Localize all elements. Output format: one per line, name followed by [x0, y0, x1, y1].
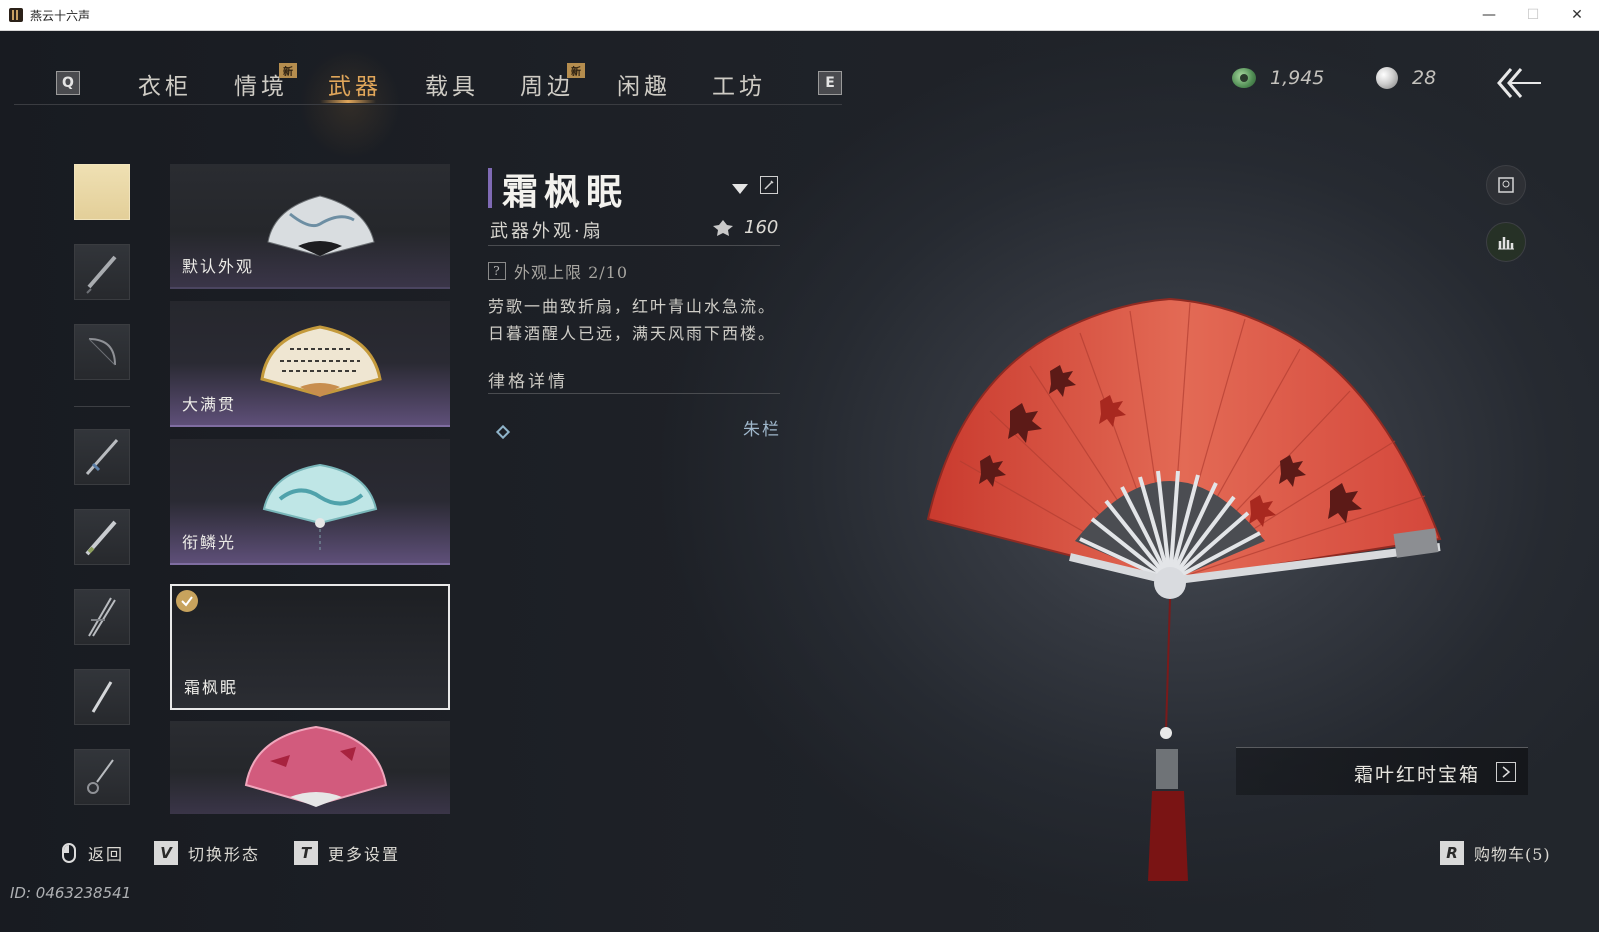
- pearl-currency: 28: [1376, 67, 1436, 89]
- jade-amount: 1,945: [1270, 67, 1325, 89]
- rules-section-title: 律格详情: [488, 372, 568, 392]
- portrait-view-button[interactable]: [1486, 165, 1526, 205]
- category-rope-dart[interactable]: [74, 749, 130, 805]
- rope-dart-icon: [87, 759, 114, 794]
- item-card-label: 衔鳞光: [182, 533, 237, 552]
- item-card-label: 默认外观: [182, 257, 255, 276]
- minimize-button[interactable]: —: [1467, 0, 1511, 30]
- umbrella-icon: [86, 255, 117, 294]
- switch-label: 切换形态: [188, 845, 261, 864]
- more-settings-hint[interactable]: T 更多设置: [294, 841, 400, 865]
- tab-wardrobe[interactable]: 衣柜: [138, 67, 192, 101]
- item-price: 160: [712, 217, 778, 238]
- back-arrow-icon[interactable]: [1497, 65, 1543, 101]
- item-card-pink[interactable]: [170, 721, 450, 814]
- window-title: 燕云十六声: [30, 8, 91, 23]
- pink-fan-image: [244, 725, 388, 807]
- item-card-default[interactable]: 默认外观: [170, 164, 450, 289]
- more-key: T: [294, 841, 318, 865]
- tab-mounts[interactable]: 载具: [425, 67, 479, 101]
- category-staff[interactable]: [74, 669, 130, 725]
- prev-tab-key[interactable]: Q: [56, 71, 80, 95]
- portrait-icon: [1498, 177, 1514, 193]
- poem-line: 劳歌一曲致折扇，红叶青山水急流。: [488, 297, 777, 316]
- cart-hint[interactable]: R 购物车(5): [1440, 841, 1551, 865]
- category-separator: [74, 406, 130, 407]
- diamond-icon: [495, 424, 511, 440]
- staff-icon: [91, 681, 113, 713]
- dropdown-icon[interactable]: [732, 184, 748, 194]
- pearl-icon: [1376, 67, 1398, 89]
- item-card-label: 霜枫眠: [184, 678, 239, 697]
- jade-coin-icon: [1232, 68, 1256, 88]
- maximize-button[interactable]: ☐: [1511, 0, 1555, 30]
- item-card-sfm[interactable]: 霜枫眠: [170, 584, 450, 710]
- item-card-dmg[interactable]: 大满贯: [170, 301, 450, 427]
- app-icon: [9, 8, 23, 22]
- switch-key: V: [154, 841, 178, 865]
- active-tab-underline: [320, 100, 376, 103]
- pearl-amount: 28: [1412, 67, 1437, 89]
- nav-divider: [14, 104, 842, 105]
- edit-icon[interactable]: [760, 176, 778, 194]
- new-badge: 新: [567, 63, 585, 78]
- category-bow[interactable]: [74, 324, 130, 380]
- sword-icon: [85, 439, 119, 475]
- price-currency-icon: [713, 219, 733, 236]
- item-title: 霜枫眠: [502, 171, 629, 213]
- more-label: 更多设置: [328, 845, 401, 864]
- detail-divider: [488, 245, 780, 246]
- back-label: 返回: [88, 845, 125, 864]
- cart-key: R: [1440, 841, 1464, 865]
- category-color-swatch[interactable]: [74, 164, 130, 220]
- dual-blades-icon: [88, 597, 116, 637]
- bow-icon: [88, 338, 116, 366]
- item-description: 劳歌一曲致折扇，红叶青山水急流。 日暮酒醒人已远，满天风雨下西楼。: [488, 293, 776, 347]
- equipped-check-icon: [176, 590, 198, 612]
- cart-label: 购物车(5): [1474, 845, 1551, 864]
- price-value: 160: [744, 217, 779, 238]
- treasure-chest-button[interactable]: 霜叶红时宝箱: [1236, 747, 1528, 795]
- bar-chart-icon: [1498, 237, 1514, 250]
- rule-name[interactable]: 朱栏: [743, 415, 781, 440]
- jade-currency: 1,945: [1232, 67, 1324, 89]
- close-button[interactable]: ✕: [1555, 0, 1599, 30]
- arrow-right-icon: [1496, 762, 1516, 782]
- spear-icon: [85, 520, 117, 556]
- mouse-icon: [62, 843, 76, 863]
- back-hint[interactable]: 返回: [62, 841, 124, 865]
- next-tab-key[interactable]: E: [818, 71, 842, 95]
- help-icon[interactable]: ?: [488, 262, 506, 280]
- category-dual-blades[interactable]: [74, 589, 130, 645]
- section-divider: [488, 393, 780, 394]
- category-umbrella[interactable]: [74, 244, 130, 300]
- window-titlebar: 燕云十六声 — ☐ ✕: [0, 0, 1599, 31]
- item-card-xlg[interactable]: 衔鳞光: [170, 439, 450, 565]
- category-sword[interactable]: [74, 429, 130, 485]
- player-id: ID: 0463238541: [10, 884, 132, 902]
- game-viewport: Q 衣柜 情境 新 武器 载具 周边 新 闲趣 工坊 E 1,945 28 默认…: [0, 31, 1599, 932]
- switch-form-hint[interactable]: V 切换形态: [154, 841, 260, 865]
- stats-button[interactable]: [1486, 222, 1526, 262]
- new-badge: 新: [279, 63, 297, 78]
- tab-accessories[interactable]: 周边: [520, 67, 574, 101]
- tab-leisure[interactable]: 闲趣: [617, 67, 671, 101]
- top-nav: Q 衣柜 情境 新 武器 载具 周边 新 闲趣 工坊 E: [0, 31, 842, 159]
- poem-line: 日暮酒醒人已远，满天风雨下西楼。: [488, 324, 777, 343]
- limit-text: 外观上限 2/10: [514, 263, 629, 282]
- tab-weapons[interactable]: 武器: [328, 67, 382, 101]
- tab-workshop[interactable]: 工坊: [712, 67, 766, 101]
- category-spear[interactable]: [74, 509, 130, 565]
- item-card-label: 大满贯: [182, 395, 237, 414]
- chest-label: 霜叶红时宝箱: [1353, 764, 1480, 786]
- item-subtitle: 武器外观·扇: [490, 221, 604, 242]
- appearance-limit: ? 外观上限 2/10: [488, 259, 628, 283]
- title-accent-bar: [488, 168, 492, 208]
- window-controls: — ☐ ✕: [1467, 0, 1599, 30]
